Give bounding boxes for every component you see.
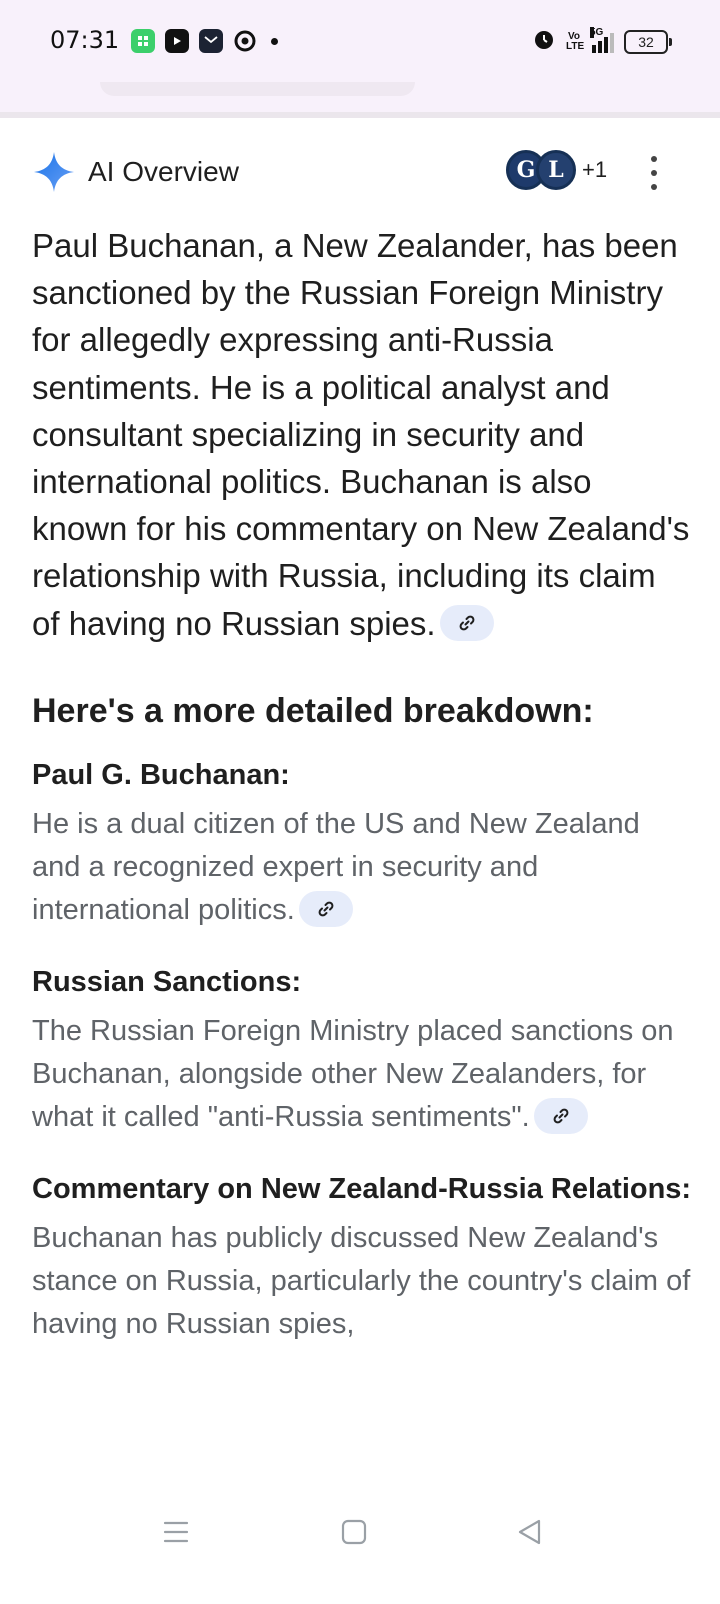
source-count: +1 xyxy=(582,157,608,182)
link-icon xyxy=(459,615,474,631)
chrome-icon xyxy=(233,29,257,53)
citation-link-chip[interactable] xyxy=(439,604,494,641)
battery-indicator: 32 xyxy=(624,29,672,54)
network-type: 5G xyxy=(590,26,604,38)
breakdown-item-body: The Russian Foreign Ministry placed sanc… xyxy=(32,1010,692,1139)
ai-overview-header: AI Overview G L +1 xyxy=(32,148,688,198)
signal-icon: 5G xyxy=(590,26,614,53)
breakdown-item: Russian Sanctions: The Russian Foreign M… xyxy=(32,960,692,1139)
back-icon xyxy=(518,1519,541,1545)
breakdown-item: Commentary on New Zealand-Russia Relatio… xyxy=(32,1167,692,1346)
app-icon xyxy=(131,29,155,53)
ai-overview-content: Paul Buchanan, a New Zealander, has been… xyxy=(32,222,692,1346)
alarm-icon xyxy=(532,27,556,56)
status-time: 07:31 xyxy=(50,26,120,54)
home-button[interactable] xyxy=(334,1512,374,1552)
source-avatar: L xyxy=(536,150,576,190)
breakdown-item-body: Buchanan has publicly discussed New Zeal… xyxy=(32,1217,692,1346)
system-status: Vo LTE 5G 32 xyxy=(532,26,672,56)
sources-button[interactable]: G L +1 xyxy=(506,150,607,190)
breakdown-item: Paul G. Buchanan: He is a dual citizen o… xyxy=(32,753,692,932)
status-bar: 07:31 Vo LTE 5G 32 xyxy=(0,0,720,82)
link-icon xyxy=(318,901,334,917)
back-button[interactable] xyxy=(510,1512,550,1552)
search-bar-edge[interactable] xyxy=(100,82,415,96)
link-icon xyxy=(553,1108,569,1124)
volte-indicator: Vo LTE xyxy=(566,30,585,52)
summary-text: Paul Buchanan, a New Zealander, has been… xyxy=(32,227,690,642)
ai-overview-title: AI Overview xyxy=(88,156,239,187)
notification-icons xyxy=(131,29,278,53)
breakdown-item-text: Buchanan has publicly discussed New Zeal… xyxy=(32,1221,691,1340)
more-notifications-dot xyxy=(271,37,278,45)
gemini-sparkle-icon xyxy=(34,152,74,192)
citation-link-chip[interactable] xyxy=(533,1098,588,1135)
youtube-icon xyxy=(165,29,189,53)
recent-apps-button[interactable] xyxy=(156,1512,196,1552)
menu-icon xyxy=(163,1521,189,1543)
breakdown-item-title: Paul G. Buchanan: xyxy=(32,758,290,791)
mail-icon xyxy=(199,29,223,53)
navigation-bar xyxy=(0,1482,720,1604)
breakdown-item-title: Commentary on New Zealand-Russia Relatio… xyxy=(32,1172,692,1205)
breakdown-item-body: He is a dual citizen of the US and New Z… xyxy=(32,803,692,932)
search-bar-area xyxy=(0,82,720,118)
breakdown-item-title: Russian Sanctions: xyxy=(32,965,302,998)
breakdown-heading: Here's a more detailed breakdown: xyxy=(32,691,594,730)
more-options-icon[interactable] xyxy=(644,156,664,190)
home-icon xyxy=(341,1519,367,1545)
summary-paragraph: Paul Buchanan, a New Zealander, has been… xyxy=(32,222,692,647)
citation-link-chip[interactable] xyxy=(298,891,353,928)
